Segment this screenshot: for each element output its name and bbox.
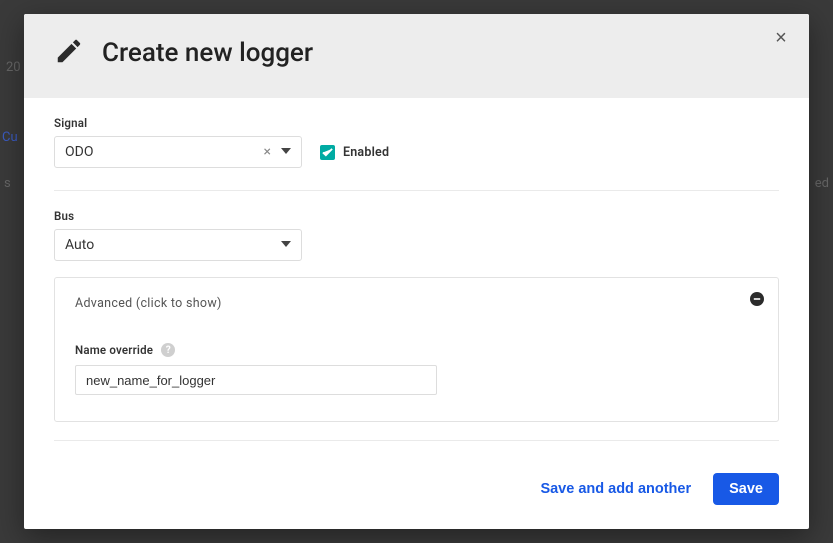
bg-fragment: s xyxy=(4,176,11,191)
modal-footer: Save and add another Save xyxy=(24,473,809,529)
edit-icon xyxy=(54,36,84,70)
save-and-add-another-button[interactable]: Save and add another xyxy=(540,481,691,497)
chevron-down-icon[interactable] xyxy=(277,144,295,160)
create-logger-modal: Create new logger × Signal ODO × xyxy=(24,14,809,529)
bg-fragment: 20 xyxy=(6,60,21,75)
chevron-down-icon[interactable] xyxy=(277,237,295,253)
signal-select[interactable]: ODO × xyxy=(54,136,302,168)
bus-value: Auto xyxy=(65,237,277,253)
divider xyxy=(54,190,779,191)
modal-header: Create new logger × xyxy=(24,14,809,98)
signal-label: Signal xyxy=(54,116,779,130)
signal-field: Signal ODO × Enabled xyxy=(54,116,779,168)
modal-title: Create new logger xyxy=(102,38,313,68)
name-override-input[interactable] xyxy=(75,365,437,395)
bg-fragment: Cu xyxy=(2,130,18,145)
enabled-checkbox[interactable]: Enabled xyxy=(320,145,389,160)
bus-label: Bus xyxy=(54,209,779,223)
bus-field: Bus Auto xyxy=(54,209,779,261)
minus-icon xyxy=(753,295,761,303)
collapse-button[interactable] xyxy=(750,292,764,306)
name-override-label: Name override xyxy=(75,343,153,357)
close-icon: × xyxy=(775,28,787,48)
enabled-label: Enabled xyxy=(343,145,389,160)
modal-body: Signal ODO × Enabled Bus xyxy=(24,98,809,473)
help-icon[interactable]: ? xyxy=(161,343,175,357)
bus-select[interactable]: Auto xyxy=(54,229,302,261)
save-button[interactable]: Save xyxy=(713,473,779,505)
bg-fragment: ed xyxy=(815,176,829,191)
advanced-section: Advanced (click to show) Name override ? xyxy=(54,277,779,422)
name-override-field: Name override ? xyxy=(75,343,758,395)
close-button[interactable]: × xyxy=(767,24,795,52)
signal-value: ODO xyxy=(65,144,258,160)
signal-clear-button[interactable]: × xyxy=(258,144,277,160)
checkbox-icon xyxy=(320,145,335,160)
advanced-toggle[interactable]: Advanced (click to show) xyxy=(75,296,758,311)
divider xyxy=(54,440,779,441)
